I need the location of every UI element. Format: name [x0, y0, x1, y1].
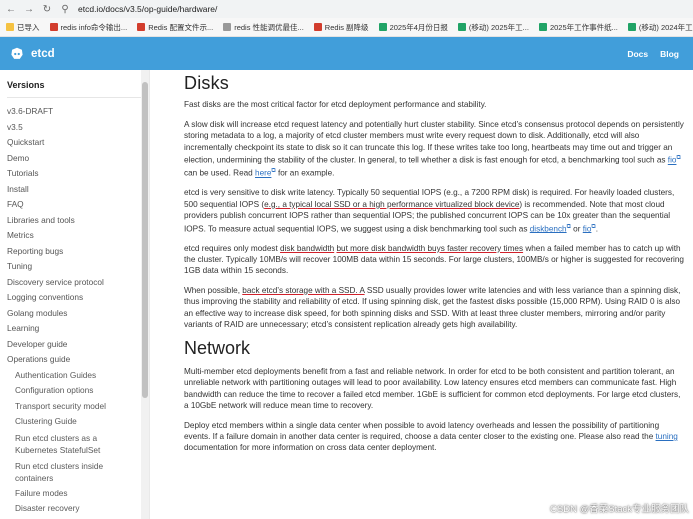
sidebar-item-tuning[interactable]: Tuning: [7, 259, 149, 275]
sidebar-item-discovery[interactable]: Discovery service protocol: [7, 275, 149, 291]
tuning-link[interactable]: tuning: [656, 432, 678, 441]
forward-icon[interactable]: →: [24, 4, 34, 15]
sidebar-subitem-transport-security[interactable]: Transport security model: [7, 399, 149, 415]
sidebar-item-logging[interactable]: Logging conventions: [7, 290, 149, 306]
sidebar-item-v3-6-draft[interactable]: v3.6-DRAFT: [7, 104, 149, 120]
paragraph-network: Multi-member etcd deployments benefit fr…: [184, 366, 681, 411]
paragraph-ssd: When possible, back etcd’s storage with …: [184, 285, 681, 330]
header-nav: Docs Blog: [627, 49, 693, 59]
bookmark-item[interactable]: Redis 配置文件示...: [137, 22, 213, 33]
main-content: Disks Fast disks are the most critical f…: [150, 70, 693, 519]
sidebar-scroll-thumb[interactable]: [142, 82, 148, 398]
highlight-ssd-note: e.g., a typical local SSD or a high perf…: [264, 199, 520, 209]
etcd-logo-icon[interactable]: [10, 47, 24, 61]
sidebar-scrollbar[interactable]: [141, 70, 149, 519]
folder-icon: [6, 23, 14, 31]
bookmark-item[interactable]: (移动) 2024年工...: [627, 22, 693, 33]
site-header: etcd Docs Blog: [0, 37, 693, 70]
sidebar-subitem-clustering[interactable]: Clustering Guide: [7, 414, 149, 430]
highlight-disk-bandwidth: disk bandwidth: [280, 243, 335, 253]
diskbench-link[interactable]: diskbench: [530, 224, 567, 233]
sidebar-item-v3-5[interactable]: v3.5: [7, 120, 149, 136]
paragraph-datacenter: Deploy etcd members within a single data…: [184, 420, 678, 453]
sidebar-subitem-authentication[interactable]: Authentication Guides: [7, 368, 149, 384]
site-info-icon[interactable]: ⚲: [60, 4, 70, 15]
sheet-icon: [538, 23, 547, 31]
bookmark-item[interactable]: redis info命令输出...: [49, 22, 127, 33]
sidebar-item-install[interactable]: Install: [7, 182, 149, 198]
sidebar-subitem-disaster-recovery[interactable]: Disaster recovery: [7, 501, 149, 517]
url-field[interactable]: etcd.io/docs/v3.5/op-guide/hardware/: [78, 4, 217, 14]
paragraph-slow-disk: A slow disk will increase etcd request l…: [184, 119, 684, 178]
sidebar-item-operations-guide[interactable]: Operations guide: [7, 352, 149, 368]
sidebar-item-demo[interactable]: Demo: [7, 151, 149, 167]
external-link-icon: ⧉: [676, 155, 681, 162]
highlight-recovery: but more disk bandwidth buys faster reco…: [336, 243, 524, 253]
redis-icon: [137, 23, 146, 31]
section-title-network: Network: [184, 337, 251, 358]
csdn-watermark: CSDN @香菜Stack专业服务团队: [550, 504, 689, 515]
bookmark-item[interactable]: 2025年4月份日报: [378, 22, 448, 33]
browser-address-bar: ← → ↻ ⚲ etcd.io/docs/v3.5/op-guide/hardw…: [0, 0, 693, 18]
sidebar-divider: [7, 97, 145, 98]
sidebar-subitem-failure-modes[interactable]: Failure modes: [7, 486, 149, 502]
redis-icon: [49, 23, 58, 31]
paragraph-bandwidth: etcd requires only modest disk bandwidth…: [184, 243, 684, 276]
reload-icon[interactable]: ↻: [42, 4, 52, 15]
nav-docs-link[interactable]: Docs: [627, 49, 648, 59]
bookmark-item[interactable]: Redis 副降级: [313, 22, 369, 33]
sidebar-subitem-k8s-statefulset[interactable]: Run etcd clusters as a Kubernetes Statef…: [7, 430, 139, 458]
highlight-ssd: back etcd’s storage with a SSD. A: [242, 285, 365, 295]
here-link[interactable]: here: [255, 169, 271, 178]
sidebar-item-learning[interactable]: Learning: [7, 321, 149, 337]
brand-name[interactable]: etcd: [31, 48, 55, 60]
sheet-icon: [627, 23, 636, 31]
sidebar-item-reporting-bugs[interactable]: Reporting bugs: [7, 244, 149, 260]
sidebar-item-faq[interactable]: FAQ: [7, 197, 149, 213]
sidebar-title: Versions: [7, 80, 45, 90]
sheet-icon: [457, 23, 466, 31]
redis-icon: [313, 23, 322, 31]
docs-sidebar: Versions v3.6-DRAFT v3.5 Quickstart Demo…: [0, 70, 150, 519]
sidebar-item-libraries[interactable]: Libraries and tools: [7, 213, 149, 229]
bookmarks-bar: 已导入 redis info命令输出... Redis 配置文件示... red…: [0, 18, 693, 37]
sidebar-subitem-configuration[interactable]: Configuration options: [7, 383, 149, 399]
sidebar-item-metrics[interactable]: Metrics: [7, 228, 149, 244]
sheet-icon: [378, 23, 387, 31]
nav-blog-link[interactable]: Blog: [660, 49, 679, 59]
sidebar-item-tutorials[interactable]: Tutorials: [7, 166, 149, 182]
back-icon[interactable]: ←: [6, 4, 16, 15]
bookmark-item[interactable]: 2025年工作事件纸...: [538, 22, 618, 33]
paragraph-write-latency: etcd is very sensitive to disk write lat…: [184, 188, 675, 234]
sidebar-item-quickstart[interactable]: Quickstart: [7, 135, 149, 151]
sidebar-item-golang-modules[interactable]: Golang modules: [7, 306, 149, 322]
bookmark-item[interactable]: (移动) 2025年工...: [457, 22, 529, 33]
paragraph-intro: Fast disks are the most critical factor …: [184, 100, 487, 110]
sidebar-subitem-containers[interactable]: Run etcd clusters inside containers: [7, 458, 139, 486]
page-icon: [223, 23, 232, 31]
sidebar-item-developer-guide[interactable]: Developer guide: [7, 337, 149, 353]
bookmark-item[interactable]: redis 性能调优最佳...: [223, 22, 304, 33]
page-title: Disks: [184, 73, 229, 93]
bookmark-item[interactable]: 已导入: [6, 22, 40, 33]
